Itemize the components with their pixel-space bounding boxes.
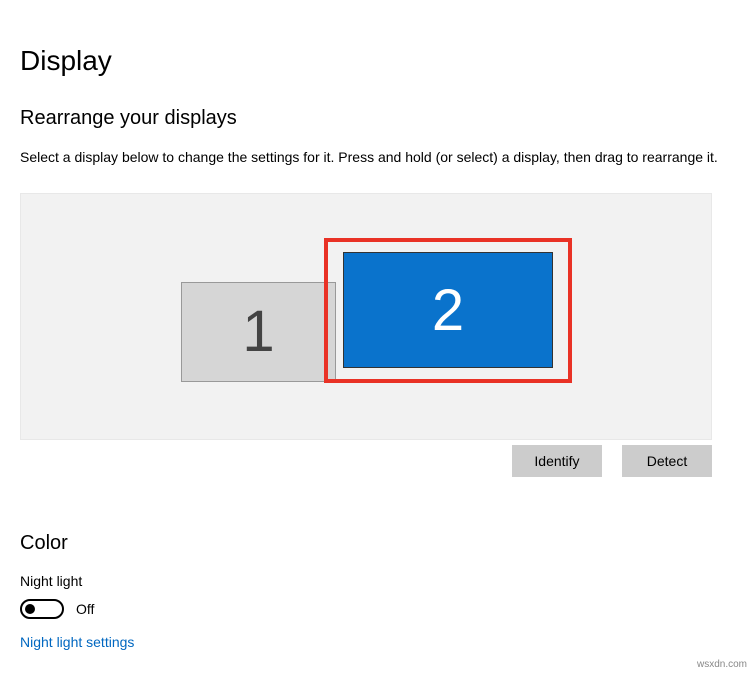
identify-button[interactable]: Identify xyxy=(512,445,602,477)
color-heading: Color xyxy=(20,532,735,555)
night-light-label: Night light xyxy=(20,573,735,589)
watermark: wsxdn.com xyxy=(697,659,747,670)
night-light-settings-link[interactable]: Night light settings xyxy=(20,634,134,650)
display-1-label: 1 xyxy=(242,298,274,365)
display-1[interactable]: 1 xyxy=(181,282,336,382)
night-light-state: Off xyxy=(76,601,94,617)
display-buttons-row: Identify Detect xyxy=(20,445,712,477)
display-2-highlight: 2 xyxy=(324,238,572,383)
rearrange-heading: Rearrange your displays xyxy=(20,107,735,130)
display-2-label: 2 xyxy=(432,277,464,344)
rearrange-description: Select a display below to change the set… xyxy=(20,148,735,168)
color-section: Color Night light Off Night light settin… xyxy=(20,532,735,652)
page-title: Display xyxy=(20,45,735,77)
display-2[interactable]: 2 xyxy=(343,252,553,368)
toggle-knob xyxy=(25,604,35,614)
detect-button[interactable]: Detect xyxy=(622,445,712,477)
night-light-toggle-row: Off xyxy=(20,599,735,619)
display-arrangement-area[interactable]: 1 2 xyxy=(20,193,712,440)
night-light-toggle[interactable] xyxy=(20,599,64,619)
